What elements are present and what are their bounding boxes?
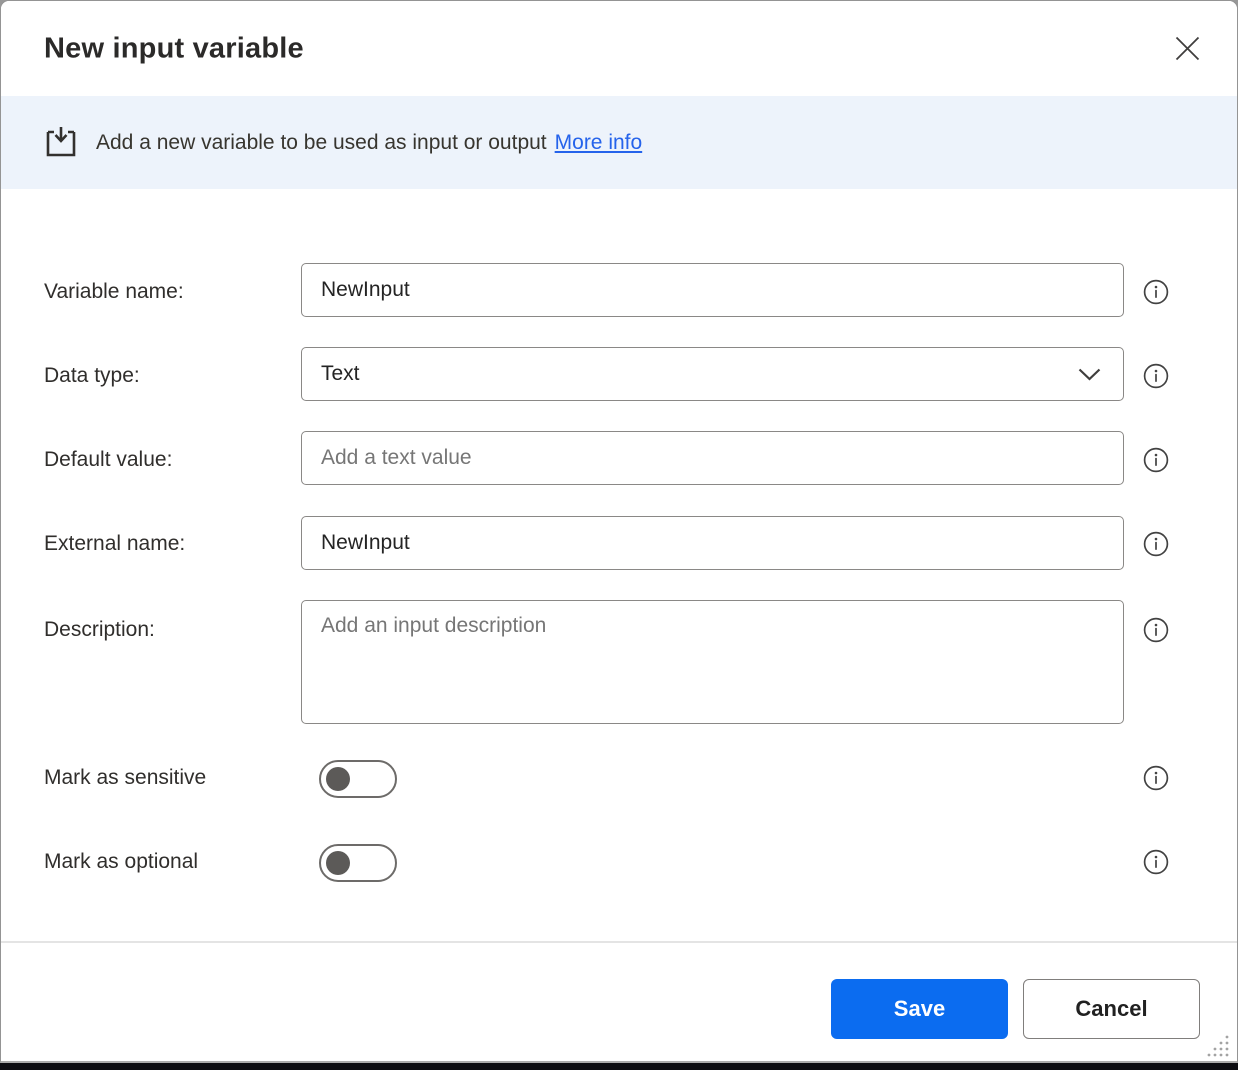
default-value-input[interactable] [301, 431, 1124, 485]
close-button[interactable] [1165, 26, 1209, 70]
info-icon [1143, 765, 1169, 791]
default-value-info-button[interactable] [1143, 447, 1169, 473]
info-icon [1143, 617, 1169, 643]
footer-divider [1, 941, 1237, 943]
external-name-info-button[interactable] [1143, 531, 1169, 557]
chevron-down-icon [1078, 368, 1101, 381]
mark-as-optional-info-button[interactable] [1143, 849, 1169, 875]
banner-text: Add a new variable to be used as input o… [96, 131, 547, 155]
default-value-label: Default value: [44, 448, 172, 472]
info-icon [1143, 447, 1169, 473]
cancel-button[interactable]: Cancel [1023, 979, 1200, 1039]
mark-as-sensitive-label: Mark as sensitive [44, 766, 206, 790]
info-icon [1143, 363, 1169, 389]
new-input-variable-dialog: New input variable Add a new variable to… [0, 0, 1238, 1063]
data-type-selected-value: Text [321, 362, 360, 386]
dialog-titlebar: New input variable [1, 1, 1237, 96]
mark-as-sensitive-toggle[interactable] [319, 760, 397, 798]
mark-as-optional-label: Mark as optional [44, 850, 198, 874]
resize-grip-icon[interactable] [1204, 1032, 1230, 1058]
mark-as-sensitive-info-button[interactable] [1143, 765, 1169, 791]
info-banner: Add a new variable to be used as input o… [1, 96, 1237, 189]
more-info-link[interactable]: More info [555, 131, 643, 155]
toggle-knob [326, 851, 350, 875]
variable-name-input[interactable] [301, 263, 1124, 317]
close-icon [1175, 36, 1200, 61]
mark-as-optional-toggle[interactable] [319, 844, 397, 882]
toggle-knob [326, 767, 350, 791]
info-icon [1143, 849, 1169, 875]
info-icon [1143, 279, 1169, 305]
description-info-button[interactable] [1143, 617, 1169, 643]
external-name-label: External name: [44, 532, 185, 556]
data-type-dropdown[interactable]: Text [301, 347, 1124, 401]
description-textarea[interactable] [301, 600, 1124, 724]
data-type-info-button[interactable] [1143, 363, 1169, 389]
description-label: Description: [44, 618, 155, 642]
info-icon [1143, 531, 1169, 557]
data-type-label: Data type: [44, 364, 140, 388]
variable-name-info-button[interactable] [1143, 279, 1169, 305]
input-variable-icon [44, 125, 78, 161]
external-name-input[interactable] [301, 516, 1124, 570]
dialog-title: New input variable [44, 33, 304, 66]
variable-name-label: Variable name: [44, 280, 184, 304]
save-button[interactable]: Save [831, 979, 1008, 1039]
